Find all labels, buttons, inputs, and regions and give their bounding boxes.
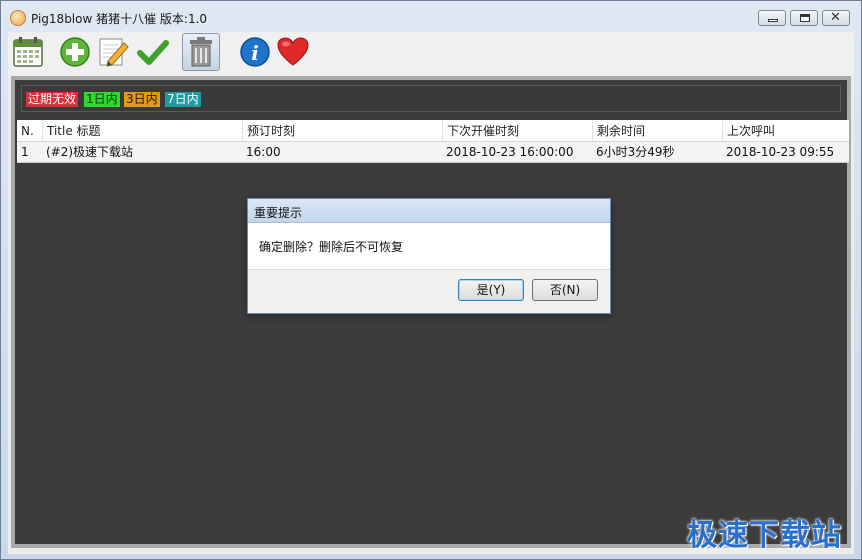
maximize-button[interactable] [790, 10, 818, 26]
column-header-next-reminder[interactable]: 下次开催时刻 [442, 120, 592, 142]
table-row[interactable]: 1 (#2)极速下载站 16:00 2018-10-23 16:00:00 6小… [17, 142, 849, 163]
yes-button[interactable]: 是(Y) [458, 279, 524, 301]
confirm-delete-dialog: 重要提示 确定删除？删除后不可恢复 是(Y) 否(N) [247, 198, 611, 314]
reminder-table: N. Title 标题 预订时刻 下次开催时刻 剩余时间 上次呼叫 1 (#2)… [17, 120, 849, 163]
cell-remaining: 6小时3分49秒 [596, 145, 675, 159]
calendar-icon [13, 37, 43, 67]
legend-day7: 7日内 [165, 92, 201, 107]
legend-day1: 1日内 [84, 92, 120, 107]
window-title: Pig18blow 猪猪十八催 版本:1.0 [31, 12, 208, 26]
no-button[interactable]: 否(N) [532, 279, 598, 301]
heart-icon [277, 37, 309, 66]
calendar-button[interactable] [11, 35, 45, 69]
cell-last-call: 2018-10-23 09:55 [726, 145, 835, 159]
trash-icon [190, 37, 212, 67]
app-window: Pig18blow 猪猪十八催 版本:1.0 ✕ i 过期无效 1日内 3日内 … [0, 0, 862, 560]
svg-text:i: i [251, 41, 259, 65]
add-icon [60, 37, 90, 67]
column-header-title[interactable]: Title 标题 [42, 120, 242, 142]
favorite-button[interactable] [276, 35, 310, 69]
dialog-message: 确定删除？删除后不可恢复 [259, 240, 404, 254]
cell-number: 1 [21, 145, 29, 159]
dialog-title-bar[interactable]: 重要提示 [248, 199, 610, 223]
legend-expired: 过期无效 [26, 92, 79, 107]
column-header-remaining[interactable]: 剩余时间 [592, 120, 722, 142]
cell-title: (#2)极速下载站 [46, 145, 134, 159]
cell-scheduled-time: 16:00 [246, 145, 281, 159]
info-icon: i [240, 37, 270, 67]
minimize-button[interactable] [758, 10, 786, 26]
edit-icon [99, 38, 129, 67]
cell-next-reminder: 2018-10-23 16:00:00 [446, 145, 574, 159]
column-header-last-call[interactable]: 上次呼叫 [722, 120, 849, 142]
minimize-icon [768, 19, 778, 22]
site-watermark: 极速下载站 [687, 518, 842, 553]
edit-button[interactable] [96, 35, 130, 69]
dialog-button-bar: 是(Y) 否(N) [248, 269, 610, 313]
status-legend: 过期无效 1日内 3日内 7日内 [21, 85, 841, 112]
maximize-icon [800, 14, 810, 22]
close-button[interactable]: ✕ [822, 10, 850, 26]
title-bar[interactable]: Pig18blow 猪猪十八催 版本:1.0 ✕ [1, 1, 861, 32]
dialog-title: 重要提示 [254, 206, 303, 220]
checkmark-icon [137, 40, 169, 65]
close-icon: ✕ [830, 10, 841, 25]
legend-day3: 3日内 [124, 92, 160, 107]
column-header-scheduled-time[interactable]: 预订时刻 [242, 120, 442, 142]
table-header: N. Title 标题 预订时刻 下次开催时刻 剩余时间 上次呼叫 [17, 120, 849, 142]
delete-button[interactable] [182, 33, 220, 71]
info-button[interactable]: i [238, 35, 272, 69]
confirm-button[interactable] [136, 35, 170, 69]
pig-app-icon [10, 10, 26, 26]
column-header-number[interactable]: N. [17, 120, 42, 142]
toolbar: i [8, 32, 854, 74]
add-button[interactable] [58, 35, 92, 69]
